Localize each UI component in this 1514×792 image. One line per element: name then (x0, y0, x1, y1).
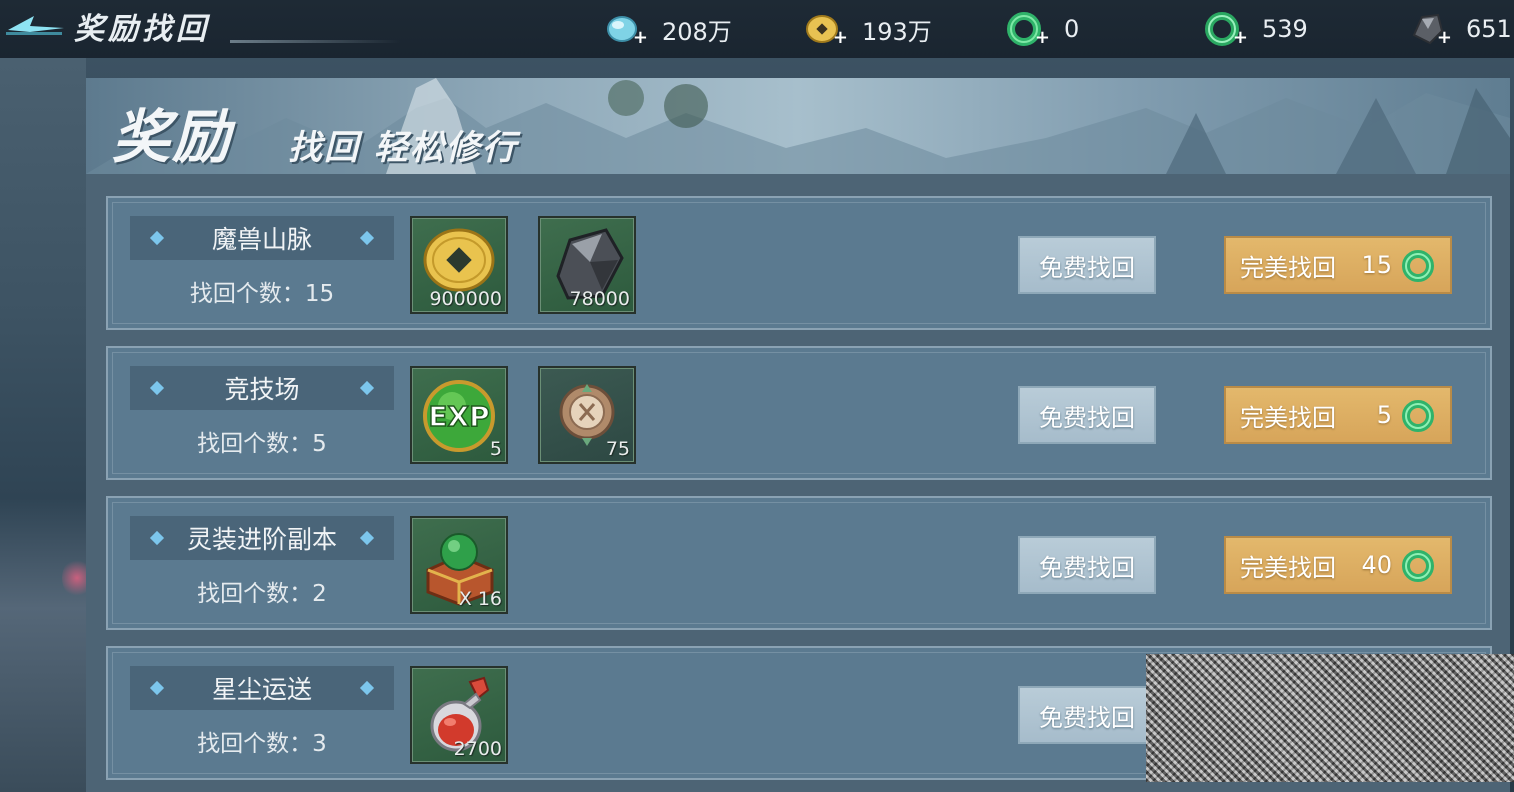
reward-item[interactable]: X 16 (410, 516, 508, 614)
currency-ore[interactable]: + 651 (1408, 6, 1512, 52)
perfect-recover-button[interactable]: 完美找回 40 (1224, 536, 1452, 594)
item-quantity: 5 (489, 438, 502, 460)
currency-gold[interactable]: + 193万 (804, 6, 932, 52)
diamond-icon (149, 530, 165, 546)
list-item: 魔兽山脉 找回个数：15 900000 78000 免费找回 完美找回 15 (106, 196, 1492, 330)
list-item: 竞技场 找回个数：5 EXP 5 75 免费找回 完美找回 5 (106, 346, 1492, 480)
currency-value: 0 (1064, 15, 1080, 43)
recover-count: 找回个数：2 (197, 581, 327, 607)
banner-subtitle: 找回 轻松修行 (288, 128, 518, 168)
recover-count: 找回个数：5 (197, 431, 327, 457)
row-title-box: 星尘运送 (130, 666, 394, 710)
currency-bound-jade[interactable]: + 539 (1204, 6, 1308, 52)
obscured-region (1146, 654, 1514, 782)
item-quantity: 78000 (569, 288, 630, 310)
page-title: 奖励找回 (74, 12, 210, 47)
item-quantity: X 16 (458, 588, 502, 610)
perfect-recover-button[interactable]: 完美找回 15 (1224, 236, 1452, 294)
diamond-icon (359, 380, 375, 396)
recover-count: 找回个数：15 (189, 281, 335, 307)
reward-banner: 奖励 找回 轻松修行 (86, 78, 1510, 174)
reward-item[interactable]: 900000 (410, 216, 508, 314)
add-icon: + (632, 27, 648, 48)
row-title: 魔兽山脉 (211, 225, 312, 254)
perfect-recover-cost: 40 (1361, 551, 1392, 579)
back-button[interactable] (4, 8, 66, 46)
reward-item[interactable]: 78000 (538, 216, 636, 314)
add-icon: + (1232, 27, 1248, 48)
perfect-recover-label: 完美找回 (1240, 403, 1336, 432)
diamond-icon (149, 230, 165, 246)
currency-value: 193万 (862, 17, 932, 46)
reward-item[interactable]: 75 (538, 366, 636, 464)
diamond-icon (359, 680, 375, 696)
row-title-box: 魔兽山脉 (130, 216, 394, 260)
jade-ring-icon (1402, 250, 1434, 282)
bound-jade-ring-icon: + (1204, 9, 1248, 49)
currency-value: 651 (1466, 15, 1512, 43)
currency-value: 208万 (662, 17, 732, 46)
ore-icon: + (1408, 9, 1452, 49)
diamond-icon (149, 380, 165, 396)
diamond-icon (359, 530, 375, 546)
diamond-icon (149, 680, 165, 696)
item-quantity: 2700 (453, 738, 502, 760)
perfect-recover-cost: 5 (1376, 401, 1392, 429)
perfect-recover-label: 完美找回 (1240, 253, 1336, 282)
jade-ring-icon: + (1006, 9, 1050, 49)
back-arrow-icon (6, 16, 64, 35)
reward-item[interactable]: EXP 5 (410, 366, 508, 464)
jade-ring-icon (1402, 400, 1434, 432)
perfect-recover-label: 完美找回 (1240, 553, 1336, 582)
row-title-box: 竞技场 (130, 366, 394, 410)
svg-text:EXP: EXP (428, 400, 489, 433)
title-underline (230, 40, 400, 43)
item-quantity: 75 (605, 438, 630, 460)
row-title: 竞技场 (224, 375, 300, 404)
gold-coin-icon: + (804, 9, 848, 49)
perfect-recover-cost: 15 (1361, 251, 1392, 279)
banner-title: 奖励 (112, 103, 233, 171)
left-scenery (0, 58, 92, 792)
free-recover-button[interactable]: 免费找回 (1018, 536, 1156, 594)
currency-spirit-stone[interactable]: + 208万 (604, 6, 732, 52)
reward-item[interactable]: 2700 (410, 666, 508, 764)
perfect-recover-button[interactable]: 完美找回 5 (1224, 386, 1452, 444)
currency-jade[interactable]: + 0 (1006, 6, 1079, 52)
diamond-icon (359, 230, 375, 246)
row-title: 灵装进阶副本 (186, 525, 337, 554)
free-recover-button[interactable]: 免费找回 (1018, 686, 1156, 744)
add-icon: + (832, 27, 848, 48)
currency-value: 539 (1262, 15, 1308, 43)
jade-ring-icon (1402, 550, 1434, 582)
row-title-box: 灵装进阶副本 (130, 516, 394, 560)
free-recover-button[interactable]: 免费找回 (1018, 236, 1156, 294)
item-quantity: 900000 (429, 288, 502, 310)
add-icon: + (1436, 27, 1452, 48)
list-item: 灵装进阶副本 找回个数：2 X 16 免费找回 完美找回 40 (106, 496, 1492, 630)
spirit-stone-icon: + (604, 9, 648, 49)
free-recover-button[interactable]: 免费找回 (1018, 386, 1156, 444)
top-bar: 奖励找回 + 208万 + 193万 + 0 + 539 + 651 (0, 0, 1514, 58)
add-icon: + (1034, 27, 1050, 48)
row-title: 星尘运送 (211, 675, 312, 704)
recover-count: 找回个数：3 (197, 731, 327, 757)
